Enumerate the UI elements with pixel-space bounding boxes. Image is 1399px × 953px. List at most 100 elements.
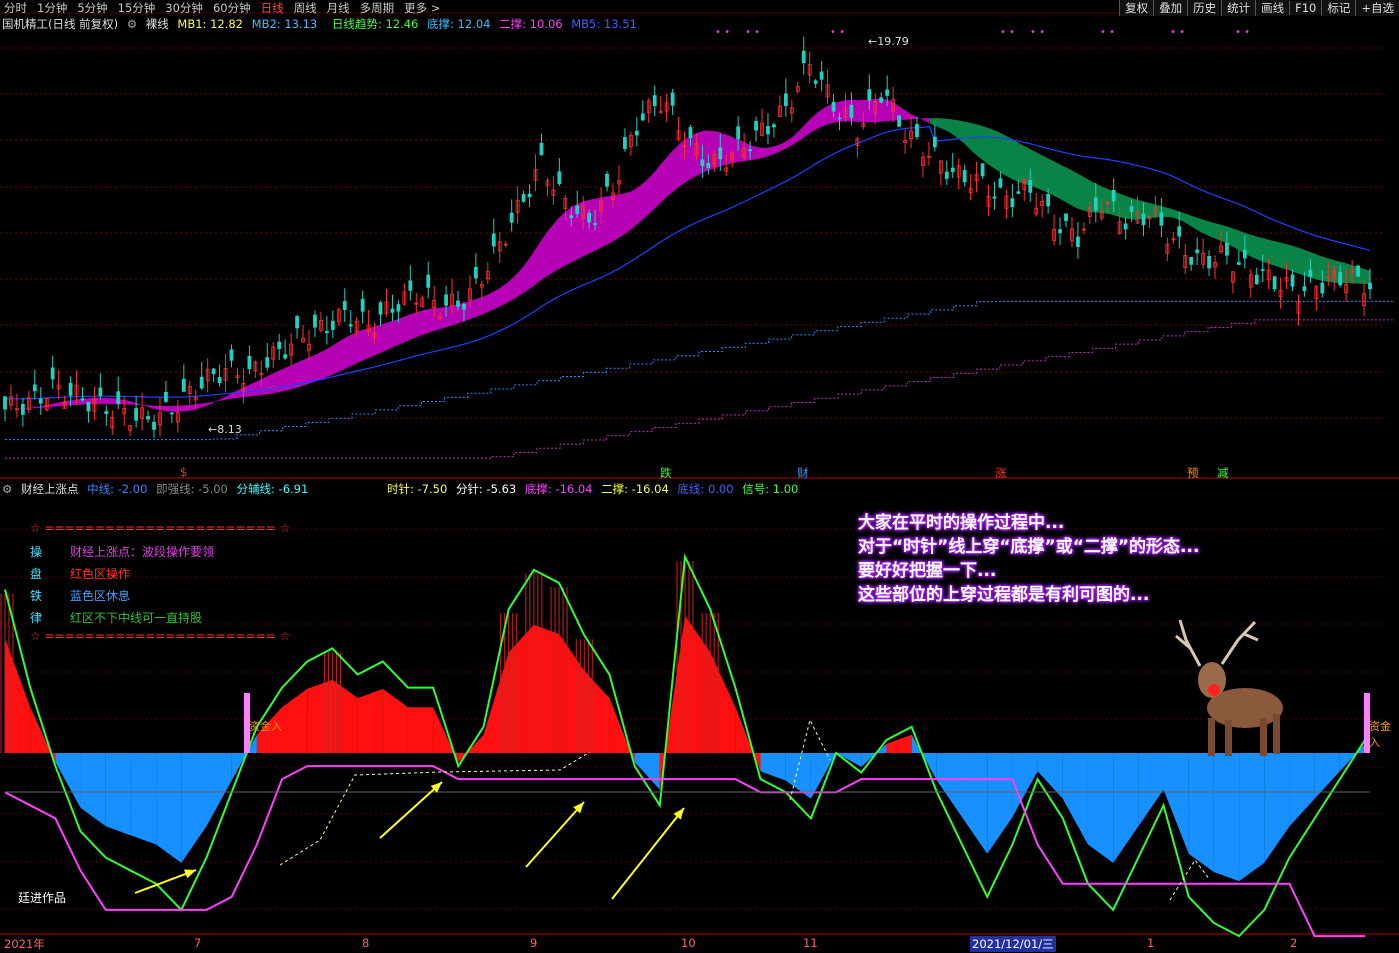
tab-8[interactable]: 月线 [327, 0, 350, 16]
candle-body [426, 274, 431, 288]
mid-value: 中线: -2.00 [87, 482, 148, 496]
fund-label-right: 资金入 [1369, 720, 1391, 749]
signal-dot: • • [830, 27, 845, 38]
candle-body [557, 171, 562, 185]
candle-body [456, 300, 460, 307]
x-tick-label: 2 [1290, 936, 1298, 950]
candle-body [86, 401, 91, 412]
indicator-area [105, 753, 131, 836]
sub-indicator-name[interactable]: 财经上涨点 [21, 482, 79, 496]
mb2-value: MB2: 13.13 [251, 17, 318, 31]
callout-line: 对于“时针”线上穿“底撑”或“二撑”的形态... [858, 537, 1200, 557]
candle-body [634, 130, 639, 136]
candle-body [831, 101, 836, 112]
candle-body [1129, 206, 1134, 212]
tool-button-1[interactable]: 叠加 [1153, 0, 1188, 16]
ma-ribbon [5, 98, 930, 412]
rule-text: 财经上涨点：波段操作要领 [70, 545, 215, 559]
sub-support-value: 底撑: -16.04 [524, 482, 593, 496]
tool-button-3[interactable]: 统计 [1221, 0, 1256, 16]
candle-body [1010, 198, 1015, 208]
candle-body [772, 124, 776, 128]
candle-body [1159, 212, 1164, 226]
support-value: 底撑: 12.04 [427, 17, 491, 31]
candle-body [849, 104, 854, 118]
callout-line: 这些部位的上穿过程都是有利可图的... [858, 585, 1150, 605]
candle-body [473, 266, 478, 279]
settings-icon[interactable]: ⚙ [2, 482, 12, 496]
tool-button-4[interactable]: 画线 [1255, 0, 1290, 16]
candle-body [211, 368, 216, 375]
settings-icon[interactable]: ⚙ [127, 17, 137, 31]
candle-body [1207, 255, 1211, 269]
tool-button-7[interactable]: +自选 [1355, 0, 1399, 16]
tab-5[interactable]: 60分钟 [213, 0, 251, 16]
tab-6[interactable]: 日线 [261, 0, 284, 16]
candle-body [748, 149, 752, 152]
indicator-area [80, 753, 106, 827]
rule-item: 盘 红色区操作 [30, 565, 130, 582]
tool-button-0[interactable]: 复权 [1119, 0, 1154, 16]
tool-button-2[interactable]: 历史 [1187, 0, 1222, 16]
main-legend: 国机精工(日线 前复权) ⚙ 裸线 MB1: 12.82 MB2: 13.13 … [2, 16, 642, 32]
candle-body [897, 115, 902, 127]
candle-body [801, 50, 806, 64]
tab-7[interactable]: 周线 [294, 0, 317, 16]
x-tick-label: 9 [530, 936, 538, 950]
indicator-area [1213, 753, 1240, 882]
candle-body [265, 357, 270, 368]
indicator-area [1289, 753, 1315, 827]
indicator-area [1239, 753, 1265, 882]
candle-body [700, 159, 705, 167]
tool-button-6[interactable]: 标记 [1321, 0, 1356, 16]
rules-border-top: ☆ ======================= ☆ [30, 521, 291, 535]
tool-button-5[interactable]: F10 [1289, 1, 1322, 15]
tab-4[interactable]: 30分钟 [165, 0, 203, 16]
candle-body [1177, 226, 1182, 237]
tab-0[interactable]: 分时 [4, 0, 27, 16]
rule-item: 铁 蓝色区休息 [30, 587, 130, 604]
candle-body [980, 163, 985, 177]
candle-body [1093, 197, 1098, 211]
candle-body [1141, 213, 1146, 226]
candle-body [718, 147, 723, 160]
support2-line [5, 319, 1394, 459]
indicator-area [156, 753, 182, 863]
indicator-area [382, 688, 408, 753]
tab-10[interactable]: 更多 > [404, 0, 440, 16]
candle-body [885, 89, 890, 96]
tab-3[interactable]: 15分钟 [118, 0, 156, 16]
candle-body [1338, 272, 1343, 286]
candle-body [1225, 242, 1229, 256]
indicator-name[interactable]: 裸线 [146, 17, 169, 31]
signal-marker: $ [180, 465, 188, 479]
callout-line: 要好好把握一下... [858, 561, 997, 581]
x-tick-label: 8 [362, 936, 370, 950]
author-label: 廷进作品 [18, 891, 67, 905]
strong-value: 即强线: -5.00 [156, 482, 228, 496]
signal-marker: 预 [1187, 466, 1199, 480]
candle-body [1272, 276, 1277, 290]
tab-9[interactable]: 多周期 [360, 0, 395, 16]
tool-buttons: 复权 叠加 历史 统计 画线 F10 标记 +自选 [1119, 0, 1399, 16]
signal-dot: • • [1235, 27, 1250, 38]
candle-body [80, 398, 85, 401]
tab-2[interactable]: 5分钟 [77, 0, 107, 16]
stock-name[interactable]: 国机精工(日线 前复权) [2, 17, 118, 31]
deer-part [1208, 684, 1220, 696]
rule-key: 律 [30, 611, 43, 625]
candle-body [38, 398, 43, 404]
candle-body [783, 93, 788, 106]
rule-text: 红区不下中线可一直持股 [70, 611, 203, 625]
candle-body [652, 95, 657, 106]
candle-body [1123, 223, 1128, 230]
tab-1[interactable]: 1分钟 [37, 0, 67, 16]
rule-text: 蓝色区休息 [70, 589, 131, 603]
candle-body [169, 412, 174, 415]
signal-marker: 跌 [660, 466, 672, 480]
candle-body [217, 376, 222, 384]
x-tick-label: 7 [194, 936, 202, 950]
candle-body [819, 71, 824, 80]
candle-body [879, 97, 884, 103]
candle-body [408, 280, 413, 291]
